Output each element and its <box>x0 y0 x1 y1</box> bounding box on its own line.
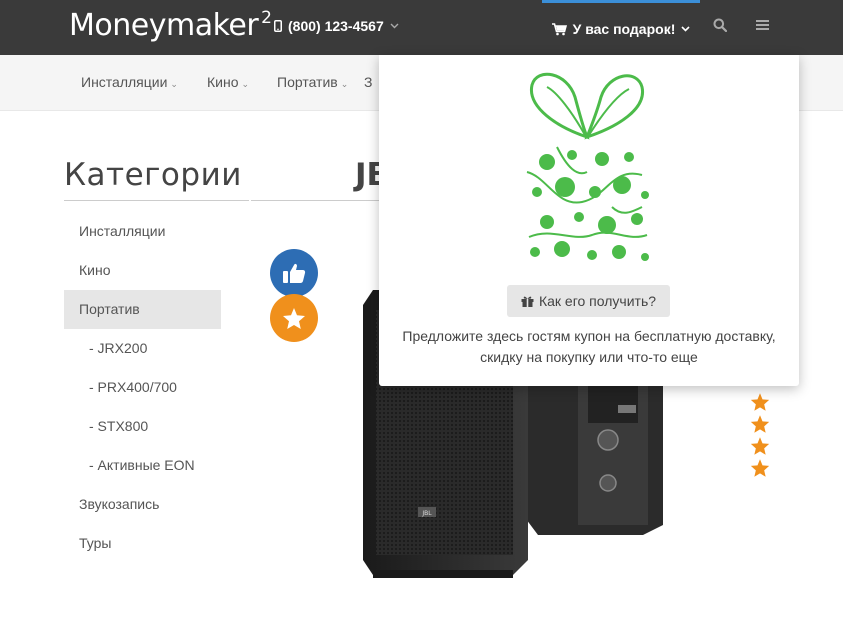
phone-dropdown[interactable]: (800) 123-4567 <box>274 18 399 34</box>
logo-superscript: 2 <box>261 8 272 28</box>
sidebar-item-eon[interactable]: - Активные EON <box>64 446 221 485</box>
gift-popup: Как его получить? Предложите здесь гостя… <box>379 55 799 386</box>
hamburger-menu-icon <box>756 20 769 30</box>
nav-item-portable[interactable]: Портатив ⌄ <box>277 74 348 90</box>
sidebar-item-label: - Активные EON <box>89 457 195 473</box>
sidebar-item-label: Инсталляции <box>79 223 166 239</box>
popup-text-line1: Предложите здесь гостям купон на бесплат… <box>402 328 776 344</box>
popup-text-line2: скидку на покупку или что-то еще <box>480 349 698 365</box>
logo-light-text: maker <box>165 8 259 43</box>
favorite-button[interactable] <box>270 294 318 342</box>
sidebar-item-label: Звукозапись <box>79 496 160 512</box>
search-button[interactable] <box>713 18 728 36</box>
like-button[interactable] <box>270 249 318 297</box>
chevron-down-icon: ⌄ <box>241 79 250 89</box>
chevron-down-icon: ⌄ <box>170 79 178 89</box>
gift-illustration <box>526 72 649 261</box>
shopping-cart-icon <box>551 22 567 35</box>
sidebar-item-jrx200[interactable]: - JRX200 <box>64 329 221 368</box>
svg-text:JBL: JBL <box>421 510 432 517</box>
top-bar: Moneymaker 2 (800) 123-4567 У вас подарок… <box>0 0 843 55</box>
sidebar-item-stx800[interactable]: - STX800 <box>64 407 221 446</box>
sidebar-item-label: Портатив <box>79 301 140 317</box>
nav-item-cinema[interactable]: Кино ⌄ <box>207 74 249 90</box>
sidebar-item-label: Туры <box>79 535 112 551</box>
gift-icon <box>521 296 534 307</box>
sidebar-item-label: Кино <box>79 262 111 278</box>
chevron-down-icon <box>390 23 399 29</box>
chevron-down-icon <box>681 26 690 32</box>
nav-item-label: З <box>364 74 373 90</box>
sidebar-item-prx400[interactable]: - PRX400/700 <box>64 368 221 407</box>
how-to-get-button[interactable]: Как его получить? <box>507 285 670 317</box>
popup-description: Предложите здесь гостям купон на бесплат… <box>379 326 799 368</box>
gift-tab-label: У вас подарок! <box>572 21 676 37</box>
menu-button[interactable] <box>756 18 769 35</box>
sidebar-item-label: - STX800 <box>89 418 149 434</box>
sidebar-item-recording[interactable]: Звукозапись <box>64 485 221 524</box>
chevron-down-icon: ⌄ <box>340 79 349 89</box>
nav-item-label: Инсталляции <box>81 74 168 90</box>
mobile-phone-icon <box>274 20 282 32</box>
nav-item-recording[interactable]: З <box>364 74 372 90</box>
rating-star-icon <box>750 459 770 477</box>
gift-dropdown-tab[interactable]: У вас подарок! <box>542 0 700 55</box>
how-to-get-label: Как его получить? <box>538 293 657 309</box>
phone-number: (800) 123-4567 <box>288 18 384 34</box>
nav-item-label: Кино <box>207 74 239 90</box>
search-icon <box>713 18 728 33</box>
logo-main-text: Money <box>69 8 166 43</box>
sidebar-item-label: - PRX400/700 <box>89 379 177 395</box>
sidebar-item-installations[interactable]: Инсталляции <box>64 212 221 251</box>
nav-item-label: Портатив <box>277 74 338 90</box>
categories-divider <box>64 200 249 201</box>
sidebar-item-portable[interactable]: Портатив <box>64 290 221 329</box>
sidebar-item-label: - JRX200 <box>89 340 148 356</box>
thumbs-up-icon <box>283 263 306 283</box>
rating-star-icon <box>750 437 770 455</box>
nav-item-installations[interactable]: Инсталляции ⌄ <box>81 74 178 90</box>
sidebar-item-cinema[interactable]: Кино <box>64 251 221 290</box>
rating-star-icon <box>750 393 770 411</box>
sidebar-item-tours[interactable]: Туры <box>64 524 221 563</box>
site-logo[interactable]: Moneymaker 2 <box>69 8 272 47</box>
rating-star-icon <box>750 415 770 433</box>
star-icon <box>283 307 305 329</box>
categories-title: Категории <box>64 157 242 193</box>
